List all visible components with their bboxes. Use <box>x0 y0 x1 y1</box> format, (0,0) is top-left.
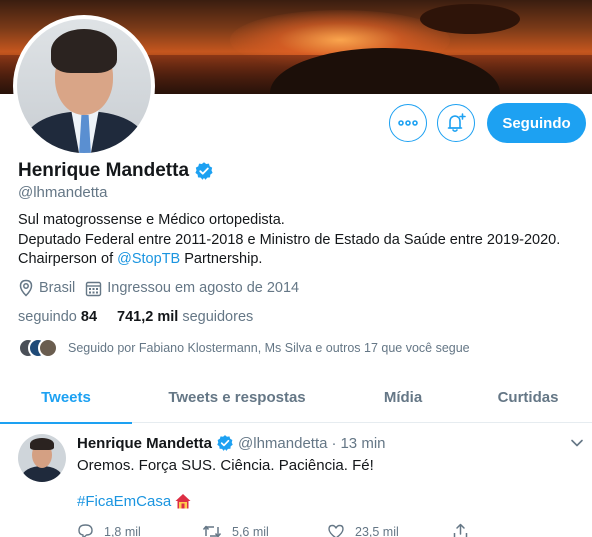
followed-by-text: Seguido por Fabiano Klostermann, Ms Silv… <box>68 341 470 355</box>
verified-badge-icon <box>195 162 213 180</box>
bio-line-1: Sul matogrossense e Médico ortopedista. <box>18 212 285 228</box>
profile-tabs: Tweets Tweets e respostas Mídia Curtidas <box>0 371 592 424</box>
bio-line-3: Chairperson of @StopTB Partnership. <box>18 250 588 270</box>
bio-line-3-suffix: Partnership. <box>180 251 263 267</box>
profile-avatar[interactable] <box>13 15 155 157</box>
profile-stats: seguindo 84 741,2 mil seguidores <box>18 309 253 325</box>
tweet[interactable]: Henrique Mandetta @lhmandetta · 13 min O… <box>0 424 592 537</box>
following-button[interactable]: Seguindo <box>487 103 586 143</box>
location-text: Brasil <box>39 280 76 296</box>
followers-count: 741,2 mil <box>117 309 179 325</box>
like-count: 23,5 mil <box>355 524 399 537</box>
profile-meta: Brasil Ingressou em agosto de 2014 <box>18 279 309 297</box>
house-emoji-icon <box>175 494 191 509</box>
joined-text: Ingressou em agosto de 2014 <box>107 280 300 296</box>
profile-handle: @lhmandetta <box>18 184 108 201</box>
bio-line-2: Deputado Federal entre 2011-2018 e Minis… <box>18 231 561 248</box>
tweet-time[interactable]: 13 min <box>340 435 385 452</box>
profile-name: Henrique Mandetta <box>18 160 190 181</box>
bio-line-3-prefix: Chairperson of <box>18 251 118 267</box>
profile-location: Brasil <box>18 279 75 297</box>
followers-count-link[interactable]: 741,2 mil seguidores <box>117 309 253 325</box>
like-button[interactable]: 23,5 mil <box>327 523 452 537</box>
tab-media[interactable]: Mídia <box>342 371 464 423</box>
retweet-icon <box>202 525 222 537</box>
tweet-hashtag-row: #FicaEmCasa <box>77 492 192 510</box>
reply-icon <box>78 524 93 537</box>
retweet-count: 5,6 mil <box>232 524 269 537</box>
hashtag-link[interactable]: #FicaEmCasa <box>77 493 171 510</box>
tweet-author-name[interactable]: Henrique Mandetta <box>77 435 212 452</box>
notifications-button[interactable] <box>437 104 475 142</box>
tweet-header: Henrique Mandetta @lhmandetta · 13 min <box>77 434 386 452</box>
location-pin-icon <box>19 279 33 297</box>
reply-count: 1,8 mil <box>104 524 141 537</box>
profile-bio: Sul matogrossense e Médico ortopedista. … <box>18 211 588 270</box>
mini-avatar-3 <box>38 338 58 358</box>
profile-name-row: Henrique Mandetta <box>18 160 214 182</box>
calendar-icon <box>86 281 102 296</box>
tweet-actions: 1,8 mil 5,6 mil 23,5 mil <box>77 523 577 537</box>
followers-label: seguidores <box>182 309 254 325</box>
followed-by[interactable]: Seguido por Fabiano Klostermann, Ms Silv… <box>18 338 470 358</box>
following-label: seguindo <box>18 309 77 325</box>
tab-tweets-and-replies[interactable]: Tweets e respostas <box>132 371 342 423</box>
share-icon <box>453 523 468 537</box>
tweet-separator: · <box>331 434 337 452</box>
reply-button[interactable]: 1,8 mil <box>77 523 202 537</box>
tab-tweets[interactable]: Tweets <box>0 371 132 424</box>
followers-you-know-avatars <box>18 338 60 358</box>
tweet-author-handle[interactable]: @lhmandetta <box>238 435 327 452</box>
avatar-photo <box>17 19 151 153</box>
tweet-avatar[interactable] <box>18 434 66 482</box>
more-icon <box>398 120 418 126</box>
verified-badge-icon <box>217 435 233 451</box>
share-button[interactable] <box>452 523 577 537</box>
banner-rock <box>420 4 520 34</box>
heart-icon <box>328 524 344 537</box>
bell-plus-icon <box>447 113 466 133</box>
avatar-hair <box>51 29 117 73</box>
more-button[interactable] <box>389 104 427 142</box>
tweet-avatar-suit <box>22 466 62 482</box>
tweet-text: Oremos. Força SUS. Ciência. Paciência. F… <box>77 457 374 474</box>
chevron-down-icon[interactable] <box>570 436 584 450</box>
profile-joined: Ingressou em agosto de 2014 <box>85 280 299 297</box>
stoptb-link[interactable]: @StopTB <box>117 251 180 267</box>
retweet-button[interactable]: 5,6 mil <box>202 523 327 537</box>
tab-likes[interactable]: Curtidas <box>464 371 592 423</box>
following-count: 84 <box>80 309 98 325</box>
tweet-avatar-hair <box>30 438 54 450</box>
following-count-link[interactable]: seguindo 84 <box>18 309 97 325</box>
